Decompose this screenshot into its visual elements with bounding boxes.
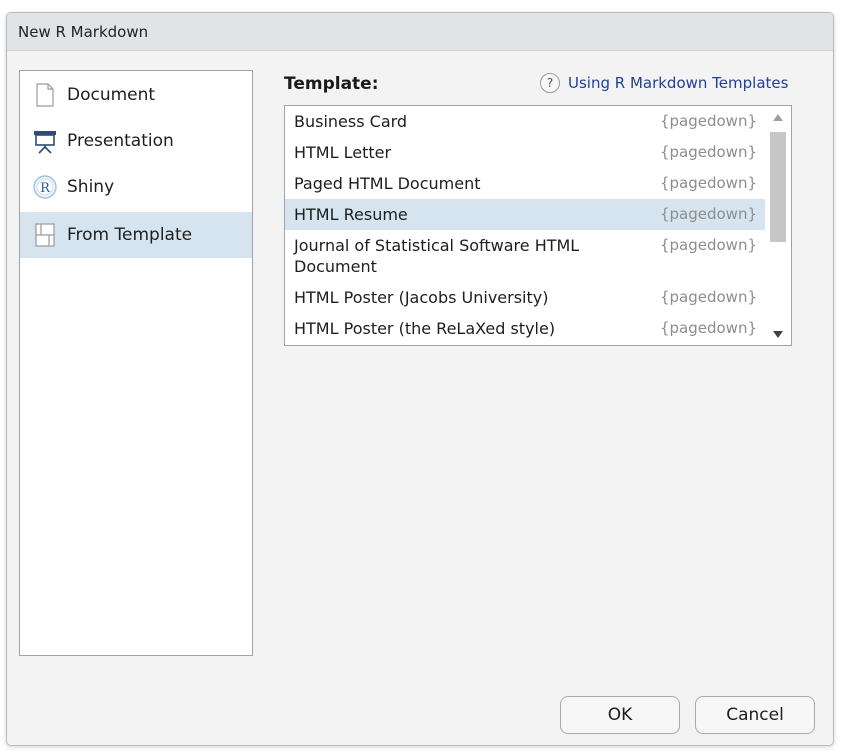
scroll-up-arrow-icon[interactable] bbox=[765, 106, 791, 128]
doc-type-from-template[interactable]: From Template bbox=[20, 212, 252, 258]
doc-type-label: From Template bbox=[67, 225, 193, 245]
template-icon bbox=[32, 222, 58, 248]
template-package: {pagedown} bbox=[659, 236, 757, 254]
template-name: Journal of Statistical Software HTML Doc… bbox=[294, 236, 580, 276]
help-link-text[interactable]: Using R Markdown Templates bbox=[568, 74, 788, 92]
template-list[interactable]: Business Card {pagedown} HTML Letter {pa… bbox=[284, 105, 792, 346]
template-package: {pagedown} bbox=[659, 112, 757, 130]
shiny-r-icon: R bbox=[32, 174, 58, 200]
doc-type-document[interactable]: Document bbox=[20, 72, 252, 118]
doc-type-label: Shiny bbox=[67, 177, 115, 197]
template-package: {pagedown} bbox=[659, 205, 757, 223]
template-row-html-resume[interactable]: HTML Resume {pagedown} bbox=[285, 199, 765, 230]
template-row-business-card[interactable]: Business Card {pagedown} bbox=[285, 106, 765, 137]
template-name: HTML Resume bbox=[294, 205, 408, 224]
dialog-title: New R Markdown bbox=[18, 23, 149, 41]
svg-text:R: R bbox=[40, 181, 51, 196]
help-question-icon: ? bbox=[540, 73, 560, 93]
scrollbar-thumb[interactable] bbox=[770, 132, 786, 242]
template-row-html-poster-jacobs[interactable]: HTML Poster (Jacobs University) {pagedow… bbox=[285, 282, 765, 313]
document-icon bbox=[32, 82, 58, 108]
scroll-down-arrow-icon[interactable] bbox=[765, 323, 791, 345]
template-package: {pagedown} bbox=[659, 174, 757, 192]
template-row-html-letter[interactable]: HTML Letter {pagedown} bbox=[285, 137, 765, 168]
doc-type-label: Presentation bbox=[67, 131, 174, 151]
template-name: Business Card bbox=[294, 112, 408, 131]
new-r-markdown-dialog: New R Markdown Document Presentation R S… bbox=[6, 12, 834, 746]
cancel-button[interactable]: Cancel bbox=[695, 696, 815, 734]
template-package: {pagedown} bbox=[659, 319, 757, 337]
template-name: Paged HTML Document bbox=[294, 174, 481, 193]
doc-type-shiny[interactable]: R Shiny bbox=[20, 164, 252, 210]
doc-type-label: Document bbox=[67, 85, 156, 105]
doc-type-presentation[interactable]: Presentation bbox=[20, 118, 252, 164]
template-rows: Business Card {pagedown} HTML Letter {pa… bbox=[285, 106, 765, 344]
dialog-titlebar[interactable]: New R Markdown bbox=[7, 13, 833, 51]
template-name: HTML Poster (the ReLaXed style) bbox=[294, 319, 556, 338]
template-row-html-poster-relaxed[interactable]: HTML Poster (the ReLaXed style) {pagedow… bbox=[285, 313, 765, 344]
presentation-icon bbox=[32, 128, 58, 154]
template-list-scrollbar[interactable] bbox=[765, 106, 791, 345]
template-name: HTML Poster (Jacobs University) bbox=[294, 288, 549, 307]
template-package: {pagedown} bbox=[659, 143, 757, 161]
template-row-jss-html-document[interactable]: Journal of Statistical Software HTML Doc… bbox=[285, 230, 765, 282]
template-heading: Template: bbox=[284, 74, 379, 94]
template-row-paged-html-document[interactable]: Paged HTML Document {pagedown} bbox=[285, 168, 765, 199]
document-type-list: Document Presentation R Shiny From Templ… bbox=[19, 70, 253, 656]
template-name: HTML Letter bbox=[294, 143, 392, 162]
templates-help-link[interactable]: ? Using R Markdown Templates bbox=[540, 73, 788, 93]
template-package: {pagedown} bbox=[659, 288, 757, 306]
ok-button[interactable]: OK bbox=[560, 696, 680, 734]
